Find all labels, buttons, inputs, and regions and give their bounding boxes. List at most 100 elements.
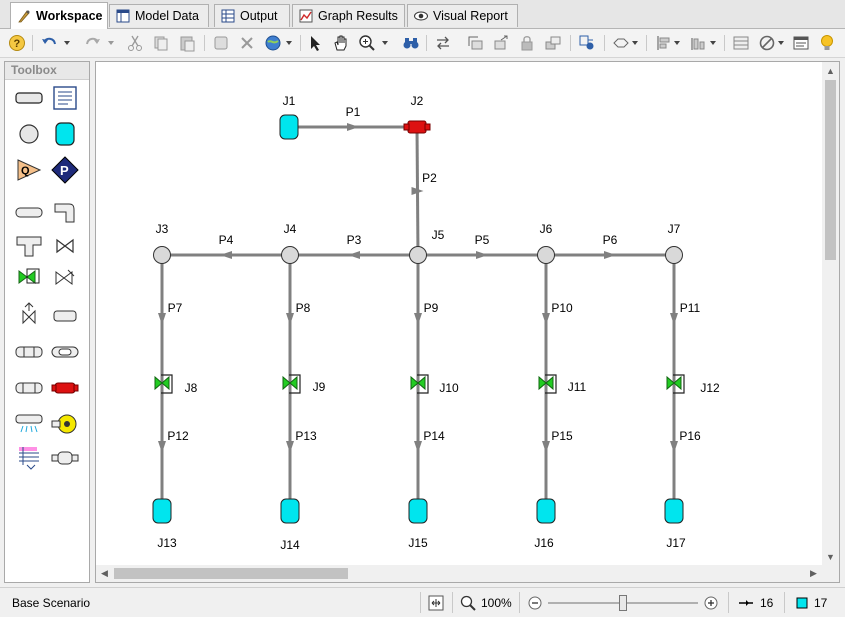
- tab-model-data[interactable]: Model Data: [109, 4, 209, 27]
- zoom-in-icon[interactable]: [358, 34, 376, 52]
- redo-dropdown-icon[interactable]: [106, 34, 116, 52]
- pipe-label[interactable]: P4: [219, 233, 234, 247]
- junction-J5[interactable]: J5: [409, 228, 445, 264]
- tab-graph-results[interactable]: Graph Results: [292, 4, 405, 27]
- pipe-label[interactable]: P3: [347, 233, 362, 247]
- workspace-pattern-icon[interactable]: [578, 34, 596, 52]
- pump-tool-icon[interactable]: [50, 410, 80, 438]
- pipe-label[interactable]: P7: [168, 301, 183, 315]
- pan-hand-icon[interactable]: [332, 34, 350, 52]
- junction-J7[interactable]: J7: [665, 222, 683, 264]
- pipe-tool-icon[interactable]: [14, 84, 44, 112]
- pipe-label[interactable]: P9: [424, 301, 439, 315]
- workspace-canvas[interactable]: P1 P2 P3 P4 P5 P6 P7 P8 P9 P10 P11 P12 P13 P14 P15 P16 J…: [95, 61, 840, 583]
- junction-J17[interactable]: J17: [664, 498, 686, 550]
- general-component-tool-icon[interactable]: [14, 444, 44, 472]
- junction-J2[interactable]: J2: [403, 94, 431, 134]
- zoom-dropdown-icon[interactable]: [380, 34, 390, 52]
- annotation-tool-icon[interactable]: [50, 84, 80, 112]
- horizontal-align-icon[interactable]: [690, 34, 708, 52]
- cut-icon[interactable]: [126, 34, 144, 52]
- tab-output[interactable]: Output: [214, 4, 290, 27]
- zoom-out-icon[interactable]: [528, 588, 542, 617]
- pipe-label[interactable]: P13: [295, 429, 317, 443]
- pipe-line-icon[interactable]: [612, 34, 630, 52]
- control-valve-red-tool-icon[interactable]: [50, 374, 80, 402]
- reservoir-tool-icon[interactable]: [50, 120, 80, 148]
- assigned-pressure-tool-icon[interactable]: P: [50, 156, 80, 184]
- check-valve-tool-icon[interactable]: [14, 264, 44, 292]
- volume-balance-tool-icon[interactable]: [50, 444, 80, 472]
- properties-icon[interactable]: [792, 34, 810, 52]
- group-icon[interactable]: [212, 34, 230, 52]
- pipe-label[interactable]: P8: [296, 301, 311, 315]
- vertical-align-icon[interactable]: [654, 34, 672, 52]
- vertical-scrollbar[interactable]: ▲ ▼: [822, 62, 839, 565]
- screen-tool-icon[interactable]: [50, 338, 80, 366]
- zoom-icon[interactable]: [460, 588, 476, 617]
- pipe-label[interactable]: P15: [551, 429, 573, 443]
- undo-dropdown-icon[interactable]: [62, 34, 72, 52]
- reverse-direction-icon[interactable]: [434, 34, 452, 52]
- binoculars-icon[interactable]: [402, 34, 420, 52]
- fit-to-window-icon[interactable]: [428, 588, 444, 617]
- redo-icon[interactable]: [84, 34, 102, 52]
- valve-tool-icon[interactable]: [50, 232, 80, 260]
- zoom-in-status-icon[interactable]: [704, 588, 718, 617]
- zoom-slider-thumb[interactable]: [619, 595, 627, 611]
- select-arrow-icon[interactable]: [306, 34, 324, 52]
- pipe-label[interactable]: P2: [422, 171, 437, 185]
- bend-tool-icon[interactable]: [14, 198, 44, 226]
- globe-dropdown-icon[interactable]: [284, 34, 294, 52]
- scroll-up-icon[interactable]: ▲: [822, 62, 839, 79]
- junction-J13[interactable]: J13: [152, 498, 177, 550]
- zoom-slider[interactable]: [548, 588, 698, 617]
- undo-icon[interactable]: [40, 34, 58, 52]
- junction-J1[interactable]: J1: [279, 94, 299, 140]
- help-icon[interactable]: ?: [8, 34, 26, 52]
- scroll-down-icon[interactable]: ▼: [822, 548, 839, 565]
- list-icon[interactable]: [732, 34, 750, 52]
- dead-end-tool-icon[interactable]: [50, 302, 80, 330]
- tee-tool-icon[interactable]: [14, 232, 44, 260]
- branch-tool-icon[interactable]: [14, 120, 44, 148]
- tab-visual-report[interactable]: Visual Report: [407, 4, 518, 27]
- pipe-label[interactable]: P6: [603, 233, 618, 247]
- pipe-label[interactable]: P14: [423, 429, 445, 443]
- junction-J14[interactable]: J14: [280, 498, 300, 552]
- lightbulb-icon[interactable]: [818, 34, 836, 52]
- vertical-scroll-thumb[interactable]: [825, 80, 836, 260]
- junction-J4[interactable]: J4: [281, 222, 299, 264]
- assigned-flow-tool-icon[interactable]: Q: [14, 156, 44, 184]
- copy-icon[interactable]: [152, 34, 170, 52]
- lock-icon[interactable]: [518, 34, 536, 52]
- pipe-label[interactable]: P5: [475, 233, 490, 247]
- spray-discharge-tool-icon[interactable]: [14, 338, 44, 366]
- pipe-label[interactable]: P12: [167, 429, 189, 443]
- vertical-align-dropdown-icon[interactable]: [672, 34, 682, 52]
- junction-J15[interactable]: J15: [408, 498, 428, 550]
- move-icon[interactable]: [492, 34, 510, 52]
- globe-icon[interactable]: [264, 34, 282, 52]
- pipe-line-dropdown-icon[interactable]: [630, 34, 640, 52]
- horizontal-align-dropdown-icon[interactable]: [708, 34, 718, 52]
- paste-icon[interactable]: [178, 34, 196, 52]
- align-icon[interactable]: [466, 34, 484, 52]
- scroll-left-icon[interactable]: ◀: [96, 565, 113, 582]
- elbow-tool-icon[interactable]: [50, 198, 80, 226]
- relief-valve-tool-icon[interactable]: [14, 300, 44, 328]
- pipe-label[interactable]: P10: [551, 301, 573, 315]
- pipe-label[interactable]: P11: [680, 301, 701, 315]
- control-valve-tool-icon[interactable]: [50, 264, 80, 292]
- disable-dropdown-icon[interactable]: [776, 34, 786, 52]
- scroll-right-icon[interactable]: ▶: [805, 565, 822, 582]
- sprinkler-tool-icon[interactable]: [14, 410, 44, 438]
- junction-J16[interactable]: J16: [534, 498, 556, 550]
- disable-icon[interactable]: [758, 34, 776, 52]
- annotation-icon[interactable]: [544, 34, 562, 52]
- horizontal-scroll-thumb[interactable]: [114, 568, 348, 579]
- heat-exchanger-tool-icon[interactable]: [14, 374, 44, 402]
- horizontal-scrollbar[interactable]: ◀ ▶: [96, 565, 822, 582]
- pipe-label[interactable]: P1: [346, 105, 361, 119]
- junction-J6[interactable]: J6: [537, 222, 555, 264]
